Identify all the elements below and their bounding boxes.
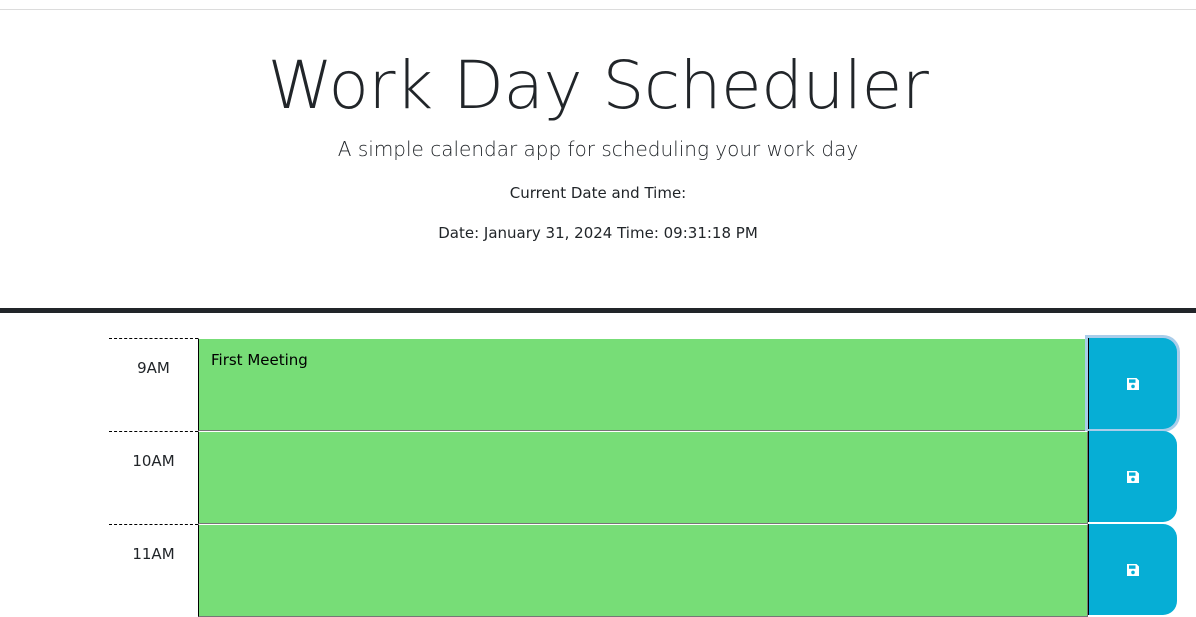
time-block-9am: 9AM First Meeting [0,338,1196,431]
save-icon [1127,563,1139,576]
event-description-input[interactable]: First Meeting [198,338,1088,431]
time-block-11am: 11AM [0,524,1196,617]
hour-label: 9AM [109,338,198,431]
page-subtitle: A simple calendar app for scheduling you… [337,137,859,161]
clock-label: Current Date and Time: [509,184,687,202]
save-button[interactable] [1088,338,1177,429]
time-block-10am: 10AM [0,431,1196,524]
header: Work Day Scheduler A simple calendar app… [0,10,1196,308]
save-icon [1127,470,1139,483]
header-divider [0,308,1196,313]
save-icon [1127,377,1139,390]
clock-value: Date: January 31, 2024 Time: 09:31:18 PM [438,224,758,242]
page-title: Work Day Scheduler [267,47,929,124]
save-button[interactable] [1088,524,1177,615]
event-description-input[interactable] [198,431,1088,524]
event-description-input[interactable] [198,524,1088,617]
hour-label: 10AM [109,431,198,524]
save-button[interactable] [1088,431,1177,522]
hour-label: 11AM [109,524,198,617]
